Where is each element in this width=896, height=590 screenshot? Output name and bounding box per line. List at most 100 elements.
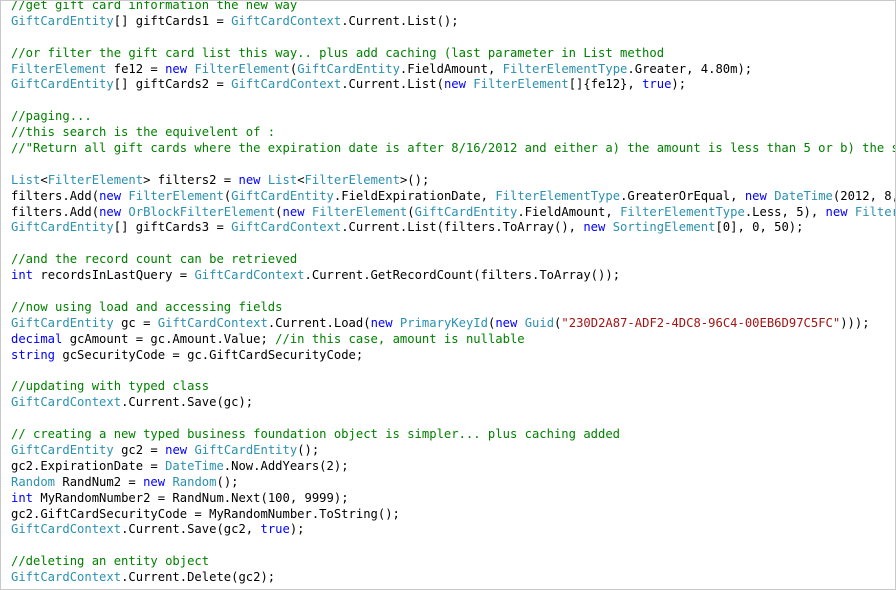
comment-token: //"Return all gift cards where the expir…: [11, 141, 896, 156]
code-token: MyRandomNumber2 = RandNum.Next(100, 9999…: [33, 490, 349, 505]
code-token: gc2.GiftCardSecurityCode = MyRandomNumbe…: [11, 506, 400, 521]
type-token: FilterElement: [473, 77, 569, 92]
comment-token: //get gift card information the new way: [11, 0, 298, 12]
code-token: );: [671, 77, 687, 92]
type-token: FilterElement: [854, 204, 896, 219]
type-token: OrBlockFilterElement: [128, 204, 276, 219]
type-token: Random: [172, 474, 217, 489]
code-line: FilterElement fe12 = new FilterElement(G…: [11, 61, 895, 78]
type-token: GiftCardEntity: [11, 220, 114, 235]
type-token: FilterElement: [47, 172, 144, 187]
type-token: GiftCardContext: [11, 395, 122, 410]
code-line: GiftCardEntity[] giftCards2 = GiftCardCo…: [11, 77, 895, 93]
type-token: DateTime: [774, 188, 833, 203]
type-token: SortingElement: [612, 220, 716, 235]
type-token: GiftCardContext: [11, 570, 122, 585]
type-token: FilterElementType: [495, 188, 621, 203]
keyword-token: new: [143, 474, 166, 489]
type-token: FilterElement: [11, 61, 107, 76]
type-token: GiftCardContext: [231, 77, 342, 92]
keyword-token: new: [165, 61, 188, 76]
keyword-token: new: [99, 204, 122, 219]
code-line: gc2.GiftCardSecurityCode = MyRandomNumbe…: [11, 506, 895, 523]
code-line: GiftCardContext.Current.Delete(gc2);: [11, 570, 895, 586]
type-token: Random: [11, 474, 56, 489]
type-token: GiftCardContext: [231, 13, 342, 28]
type-token: FilterElement: [311, 204, 408, 219]
type-token: GiftCardEntity: [414, 204, 518, 219]
code-line: //this search is the equivelent of :: [11, 125, 895, 141]
keyword-token: new: [165, 442, 188, 457]
code-line: GiftCardEntity gc = GiftCardContext.Curr…: [11, 315, 895, 332]
code-line: //get gift card information the new way: [11, 0, 895, 14]
code-token: RandNum2 =: [55, 474, 144, 489]
code-token: gcSecurityCode = gc.GiftCardSecurityCode…: [55, 347, 364, 362]
type-token: GiftCardEntity: [231, 188, 334, 203]
code-line: GiftCardEntity gc2 = new GiftCardEntity(…: [11, 442, 895, 459]
comment-token: //or filter the gift card list this way.…: [11, 45, 665, 60]
keyword-token: new: [370, 315, 393, 330]
type-token: GiftCardEntity: [297, 61, 400, 76]
code-line: //updating with typed class: [11, 379, 895, 395]
string-token: "230D2A87-ADF2-4DC8-96C4-00EB6D97C5FC": [561, 315, 841, 330]
comment-token: //paging...: [11, 109, 92, 124]
code-token: );: [289, 522, 305, 537]
code-line: //now using load and accessing fields: [11, 299, 895, 316]
code-token: .GreaterOrEqual,: [620, 188, 745, 203]
code-token: ();: [216, 474, 239, 489]
code-token: ();: [297, 442, 320, 457]
type-token: GiftCardContext: [157, 315, 268, 330]
code-line: //paging...: [11, 109, 895, 125]
type-token: GiftCardEntity: [11, 77, 114, 92]
code-token: gcAmount = gc.Amount.Value;: [62, 331, 276, 346]
code-token: .Current.List();: [341, 13, 459, 28]
keyword-token: new: [744, 188, 767, 203]
type-token: GiftCardEntity: [11, 13, 114, 28]
code-line: List<FilterElement> filters2 = new List<…: [11, 172, 895, 189]
code-token: fe12 =: [106, 61, 166, 76]
code-token: .Current.Save(gc);: [121, 395, 254, 410]
code-line: GiftCardContext.Current.Save(gc2, true);: [11, 522, 895, 538]
keyword-token: new: [282, 204, 305, 219]
code-view[interactable]: //get gift card information the new way G…: [11, 0, 896, 586]
code-line: GiftCardEntity[] giftCards3 = GiftCardCo…: [11, 220, 895, 236]
code-token: .Current.List(filters.ToArray(),: [341, 220, 584, 235]
code-line: filters.Add(new FilterElement(GiftCardEn…: [11, 188, 895, 205]
code-token: (: [407, 204, 415, 219]
code-editor[interactable]: //get gift card information the new way G…: [0, 0, 896, 590]
code-token: recordsInLastQuery =: [33, 268, 195, 283]
code-line: gc2.ExpirationDate = DateTime.Now.AddYea…: [11, 458, 895, 475]
code-token: >();: [399, 172, 430, 187]
code-token: filters.Add(: [11, 204, 100, 219]
keyword-token: new: [238, 172, 261, 187]
code-line: int recordsInLastQuery = GiftCardContext…: [11, 268, 895, 284]
keyword-token: true: [642, 77, 672, 92]
code-token: .FieldAmount,: [517, 204, 621, 219]
comment-token: //now using load and accessing fields: [11, 299, 283, 314]
code-line: filters.Add(new OrBlockFilterElement(new…: [11, 204, 896, 221]
keyword-token: new: [443, 77, 466, 92]
code-line: //"Return all gift cards where the expir…: [11, 141, 896, 157]
code-token: gc2.ExpirationDate =: [11, 458, 166, 473]
code-token: []{fe12},: [568, 77, 643, 92]
code-token: .Current.Delete(gc2);: [121, 570, 276, 585]
code-token: filters.Add(: [11, 188, 100, 203]
type-token: GiftCardEntity: [194, 442, 298, 457]
code-line: // creating a new typed business foundat…: [11, 427, 895, 443]
code-line: Random RandNum2 = new Random();: [11, 474, 895, 491]
keyword-token: new: [583, 220, 606, 235]
type-token: FilterElementType: [502, 61, 628, 76]
code-token: .Greater, 4.80m);: [627, 61, 753, 76]
code-token: [0], 0, 50);: [715, 220, 804, 235]
comment-token: //updating with typed class: [11, 379, 210, 394]
code-token: .FieldAmount,: [399, 61, 503, 76]
code-token: gc2 =: [113, 442, 166, 457]
type-token: FilterElement: [304, 172, 400, 187]
